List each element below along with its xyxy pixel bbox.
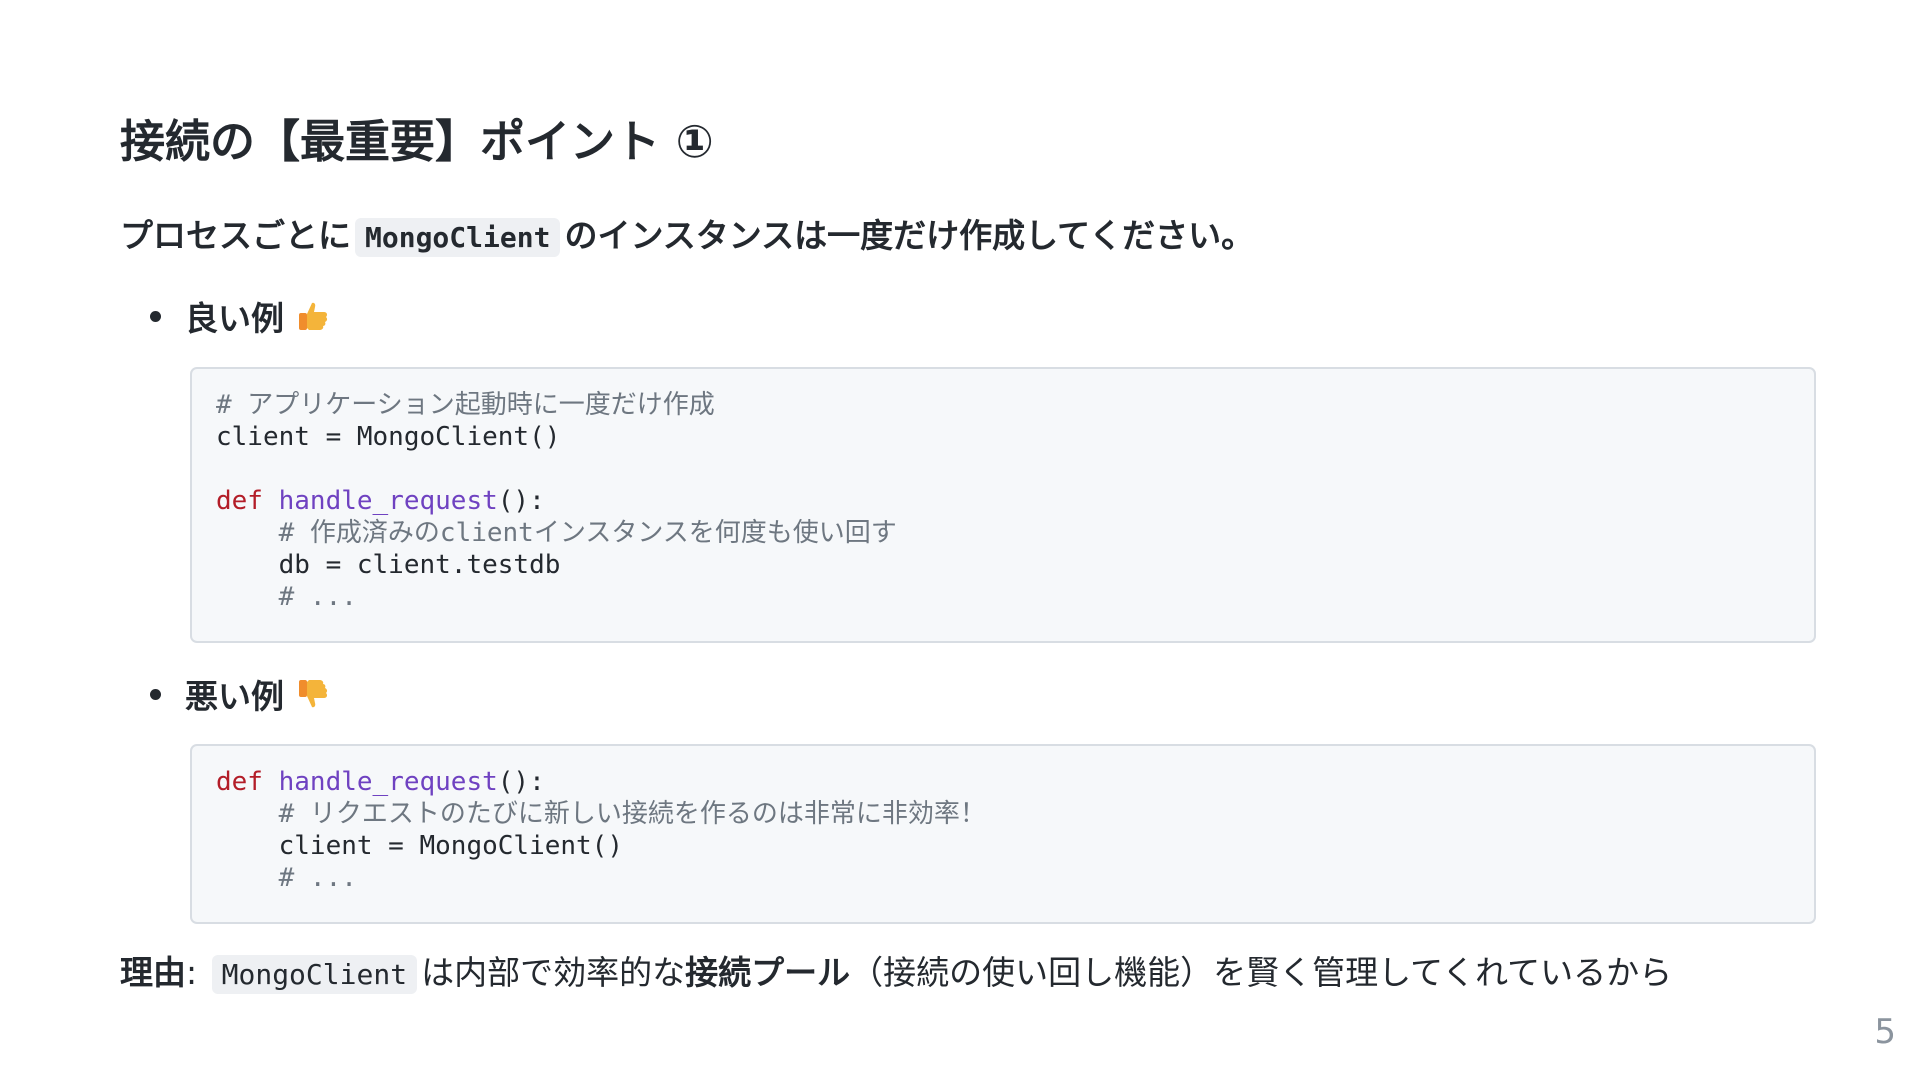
code-keyword: def	[216, 767, 263, 797]
code-punctuation: ():	[497, 486, 545, 516]
bad-example-bullet: 悪い例	[150, 670, 330, 718]
reason-text-1: は内部で効率的な	[421, 953, 686, 992]
reason-colon: :	[186, 953, 198, 992]
good-example-bullet: 良い例	[150, 292, 330, 340]
code-comment: # ...	[216, 582, 357, 612]
slide: 接続の【最重要】ポイント ① プロセスごとに MongoClient のインスタンス…	[120, 0, 1820, 1080]
lead-prefix: プロセスごとに	[120, 216, 351, 255]
code-comment: # ...	[216, 863, 357, 893]
bullet-dot	[150, 688, 161, 700]
reason-statement: 理由: MongoClient は内部で効率的な接続プール（接続の使い回し機能）を…	[120, 950, 1672, 996]
code-line: client = MongoClient()	[216, 422, 561, 452]
bad-example-code-block: def handle_request(): # リクエストのたびに新しい接続を作…	[190, 744, 1816, 924]
code-comment: # リクエストのたびに新しい接続を作るのは非常に非効率！	[216, 799, 986, 829]
code-line-def: def handle_request():	[216, 766, 1790, 798]
thumbs-up-icon	[296, 299, 330, 333]
code-function-name: handle_request	[278, 486, 498, 516]
code-keyword: def	[216, 486, 263, 516]
bad-example-label: 悪い例	[185, 677, 284, 716]
reason-inline-code: MongoClient	[211, 955, 418, 994]
code-line: db = client.testdb	[216, 550, 561, 580]
code-line-def: def handle_request():	[216, 485, 1790, 517]
reason-label: 理由	[120, 953, 186, 992]
code-punctuation: ():	[497, 767, 545, 797]
code-line: client = MongoClient()	[216, 831, 623, 861]
reason-text-2: （接続の使い回し機能）を賢く管理してくれているから	[850, 953, 1673, 992]
code-comment: # アプリケーション起動時に一度だけ作成	[216, 390, 715, 420]
good-example-label: 良い例	[185, 299, 284, 338]
code-function-name: handle_request	[278, 767, 498, 797]
reason-bold-term: 接続プール	[685, 953, 851, 992]
slide-title: 接続の【最重要】ポイント ①	[120, 115, 714, 168]
page-number: 5	[1874, 1012, 1896, 1052]
thumbs-down-icon	[296, 677, 330, 711]
lead-suffix: のインスタンスは一度だけ作成してください。	[564, 216, 1255, 255]
good-example-code-block: # アプリケーション起動時に一度だけ作成 client = MongoClien…	[190, 367, 1816, 643]
lead-statement: プロセスごとに MongoClient のインスタンスは一度だけ作成してください。	[120, 213, 1254, 259]
code-comment: # 作成済みのclientインスタンスを何度も使い回す	[216, 518, 897, 548]
bullet-dot	[150, 310, 161, 322]
lead-inline-code: MongoClient	[355, 218, 561, 257]
